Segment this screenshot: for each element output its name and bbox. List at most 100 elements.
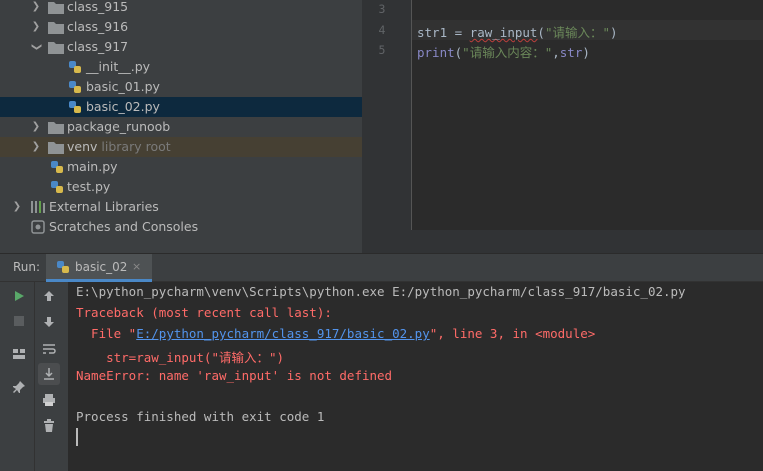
tree-item-label: basic_01.py (86, 79, 160, 94)
tree-item-label: venv library root (67, 137, 171, 157)
run-tool-window-header: Run: basic_02 × (0, 253, 763, 282)
tree-item-label: test.py (67, 179, 111, 194)
print-icon (43, 394, 55, 406)
code-func: raw_input (469, 25, 538, 40)
console-command: E:\python_pycharm\venv\Scripts\python.ex… (76, 284, 686, 299)
tree-item-test-py[interactable]: test.py (0, 177, 362, 197)
python-file-icon (51, 161, 63, 173)
arrow-down-icon (44, 317, 54, 327)
print-button[interactable] (38, 389, 60, 411)
tree-item-label: class_916 (67, 19, 129, 34)
line-number: 3 (378, 2, 386, 16)
line-number: 4 (378, 23, 386, 37)
console-caret (76, 428, 78, 446)
code-editor[interactable]: 3 4 5 str1 = raw_input("请输入：") print("请输… (362, 0, 763, 253)
soft-wrap-button[interactable] (38, 338, 60, 360)
code-area[interactable]: str1 = raw_input("请输入：") print("请输入内容：",… (412, 0, 763, 230)
run-console[interactable]: E:\python_pycharm\venv\Scripts\python.ex… (68, 282, 763, 471)
console-source-line: str=raw_input("请输入：") (76, 350, 285, 365)
tree-item-scratches[interactable]: Scratches and Consoles (0, 217, 362, 237)
folder-icon (48, 142, 64, 154)
run-icon (15, 291, 24, 301)
tree-item-package-runoob[interactable]: ❯ package_runoob (0, 117, 362, 137)
traceback-file-suffix: ", line 3, in <module> (429, 326, 596, 341)
pin-icon (13, 381, 25, 393)
close-icon[interactable]: × (132, 260, 141, 273)
chevron-right-icon[interactable]: ❯ (30, 117, 42, 137)
chevron-right-icon[interactable]: ❯ (11, 197, 23, 217)
console-traceback-header: Traceback (most recent call last): (76, 305, 332, 320)
traceback-file-link[interactable]: E:/python_pycharm/class_917/basic_02.py (136, 326, 430, 341)
chevron-right-icon[interactable]: ❯ (30, 0, 42, 17)
chevron-down-icon[interactable]: ❯ (26, 41, 46, 53)
python-file-icon (51, 181, 63, 193)
chevron-right-icon[interactable]: ❯ (30, 17, 42, 37)
tree-item-class-917[interactable]: ❯ class_917 (0, 37, 362, 57)
tree-item-label: External Libraries (49, 199, 159, 214)
code-string: "请输入：" (544, 25, 611, 40)
python-file-icon (69, 61, 81, 73)
console-error-message: NameError: name 'raw_input' is not defin… (76, 368, 393, 383)
tree-item-label: __init__.py (86, 59, 151, 74)
tree-item-basic-02-py[interactable]: basic_02.py (0, 97, 362, 117)
line-number: 5 (378, 43, 386, 57)
up-button[interactable] (38, 285, 60, 307)
code-paren: ) (610, 25, 618, 40)
code-func: print (417, 45, 455, 60)
traceback-file-prefix: File " (76, 326, 137, 341)
stop-button[interactable] (8, 310, 30, 332)
tree-item-venv[interactable]: ❯ venv library root (0, 137, 362, 157)
scroll-to-end-button[interactable] (38, 363, 60, 385)
tree-item-init-py[interactable]: __init__.py (0, 57, 362, 77)
tree-item-label: Scratches and Consoles (49, 219, 199, 234)
libraries-icon (31, 201, 45, 213)
folder-icon (48, 2, 64, 14)
rerun-button[interactable] (8, 285, 30, 307)
run-tab-basic-02[interactable]: basic_02 × (46, 254, 152, 282)
tree-item-label: class_915 (67, 0, 129, 14)
tree-item-basic-01-py[interactable]: basic_01.py (0, 77, 362, 97)
layout-button[interactable] (8, 343, 30, 365)
code-line-5[interactable]: print("请输入内容：",str) (417, 42, 590, 61)
code-line-4[interactable]: str1 = raw_input("请输入：") (417, 22, 618, 41)
venv-label: venv (67, 139, 98, 154)
scratches-icon (31, 220, 45, 234)
stop-icon (14, 316, 24, 326)
pin-tab-button[interactable] (8, 376, 30, 398)
tree-item-main-py[interactable]: main.py (0, 157, 362, 177)
folder-icon (48, 42, 64, 54)
scroll-to-end-icon (44, 368, 54, 380)
tree-item-label: class_917 (67, 39, 129, 54)
layout-icon (13, 349, 25, 359)
library-root-hint: library root (101, 139, 171, 154)
code-arg: str (559, 45, 583, 60)
line-number-gutter: 3 4 5 (362, 0, 412, 230)
code-paren: ) (582, 45, 590, 60)
tree-item-label: package_runoob (67, 119, 171, 134)
project-tree: ❯ class_915 ❯ class_916 ❯ class_917 __in… (0, 0, 362, 253)
code-string: "请输入内容：" (462, 45, 553, 60)
chevron-right-icon[interactable]: ❯ (30, 137, 42, 157)
folder-icon (48, 22, 64, 34)
down-button[interactable] (38, 311, 60, 333)
run-tab-label: basic_02 (75, 260, 128, 274)
python-file-icon (69, 101, 81, 113)
run-label: Run: (13, 260, 41, 274)
editor-breadcrumb-bar (362, 230, 763, 253)
code-op: = (447, 25, 470, 40)
code-paren: ( (537, 25, 545, 40)
tree-item-class-916[interactable]: ❯ class_916 (0, 17, 362, 37)
tree-item-external-libraries[interactable]: ❯ External Libraries (0, 197, 362, 217)
toolbar-divider (34, 282, 35, 471)
code-comma: , (552, 45, 560, 60)
python-file-icon (69, 81, 81, 93)
arrow-up-icon (44, 291, 54, 301)
tree-item-label: basic_02.py (86, 99, 160, 114)
tree-item-class-915[interactable]: ❯ class_915 (0, 0, 362, 17)
python-file-icon (57, 261, 69, 273)
soft-wrap-icon (43, 344, 56, 354)
clear-all-button[interactable] (38, 415, 60, 437)
run-toolbar (0, 282, 68, 471)
code-var: str1 (417, 25, 448, 40)
tree-item-label: main.py (67, 159, 118, 174)
